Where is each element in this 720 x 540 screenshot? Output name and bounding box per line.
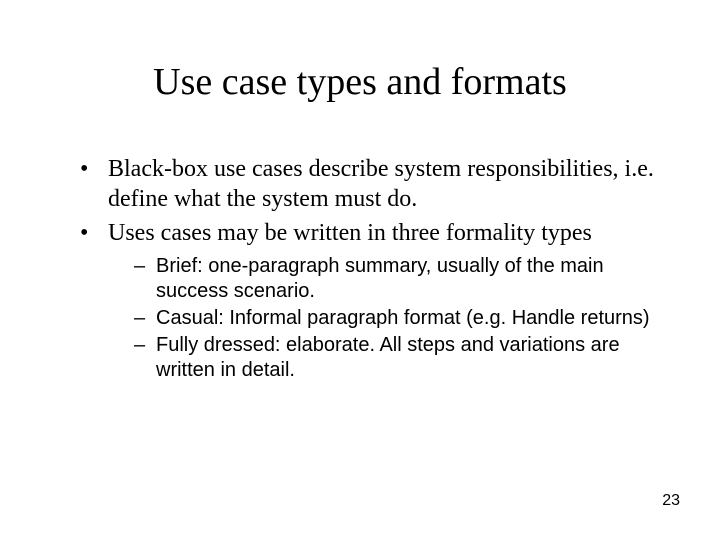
page-number: 23: [662, 492, 680, 510]
sub-bullet-item: Fully dressed: elaborate. All steps and …: [138, 333, 660, 383]
main-bullet-list: Black-box use cases describe system resp…: [60, 154, 660, 383]
bullet-text: Black-box use cases describe system resp…: [108, 156, 654, 212]
sub-bullet-text: Fully dressed: elaborate. All steps and …: [156, 334, 620, 381]
sub-bullet-list: Brief: one-paragraph summary, usually of…: [108, 254, 660, 383]
sub-bullet-text: Brief: one-paragraph summary, usually of…: [156, 255, 604, 302]
bullet-text: Uses cases may be written in three forma…: [108, 220, 592, 246]
sub-bullet-item: Casual: Informal paragraph format (e.g. …: [138, 306, 660, 331]
bullet-item: Uses cases may be written in three forma…: [88, 218, 660, 383]
sub-bullet-item: Brief: one-paragraph summary, usually of…: [138, 254, 660, 304]
sub-bullet-text: Casual: Informal paragraph format (e.g. …: [156, 307, 650, 329]
slide-title: Use case types and formats: [60, 60, 660, 104]
bullet-item: Black-box use cases describe system resp…: [88, 154, 660, 214]
